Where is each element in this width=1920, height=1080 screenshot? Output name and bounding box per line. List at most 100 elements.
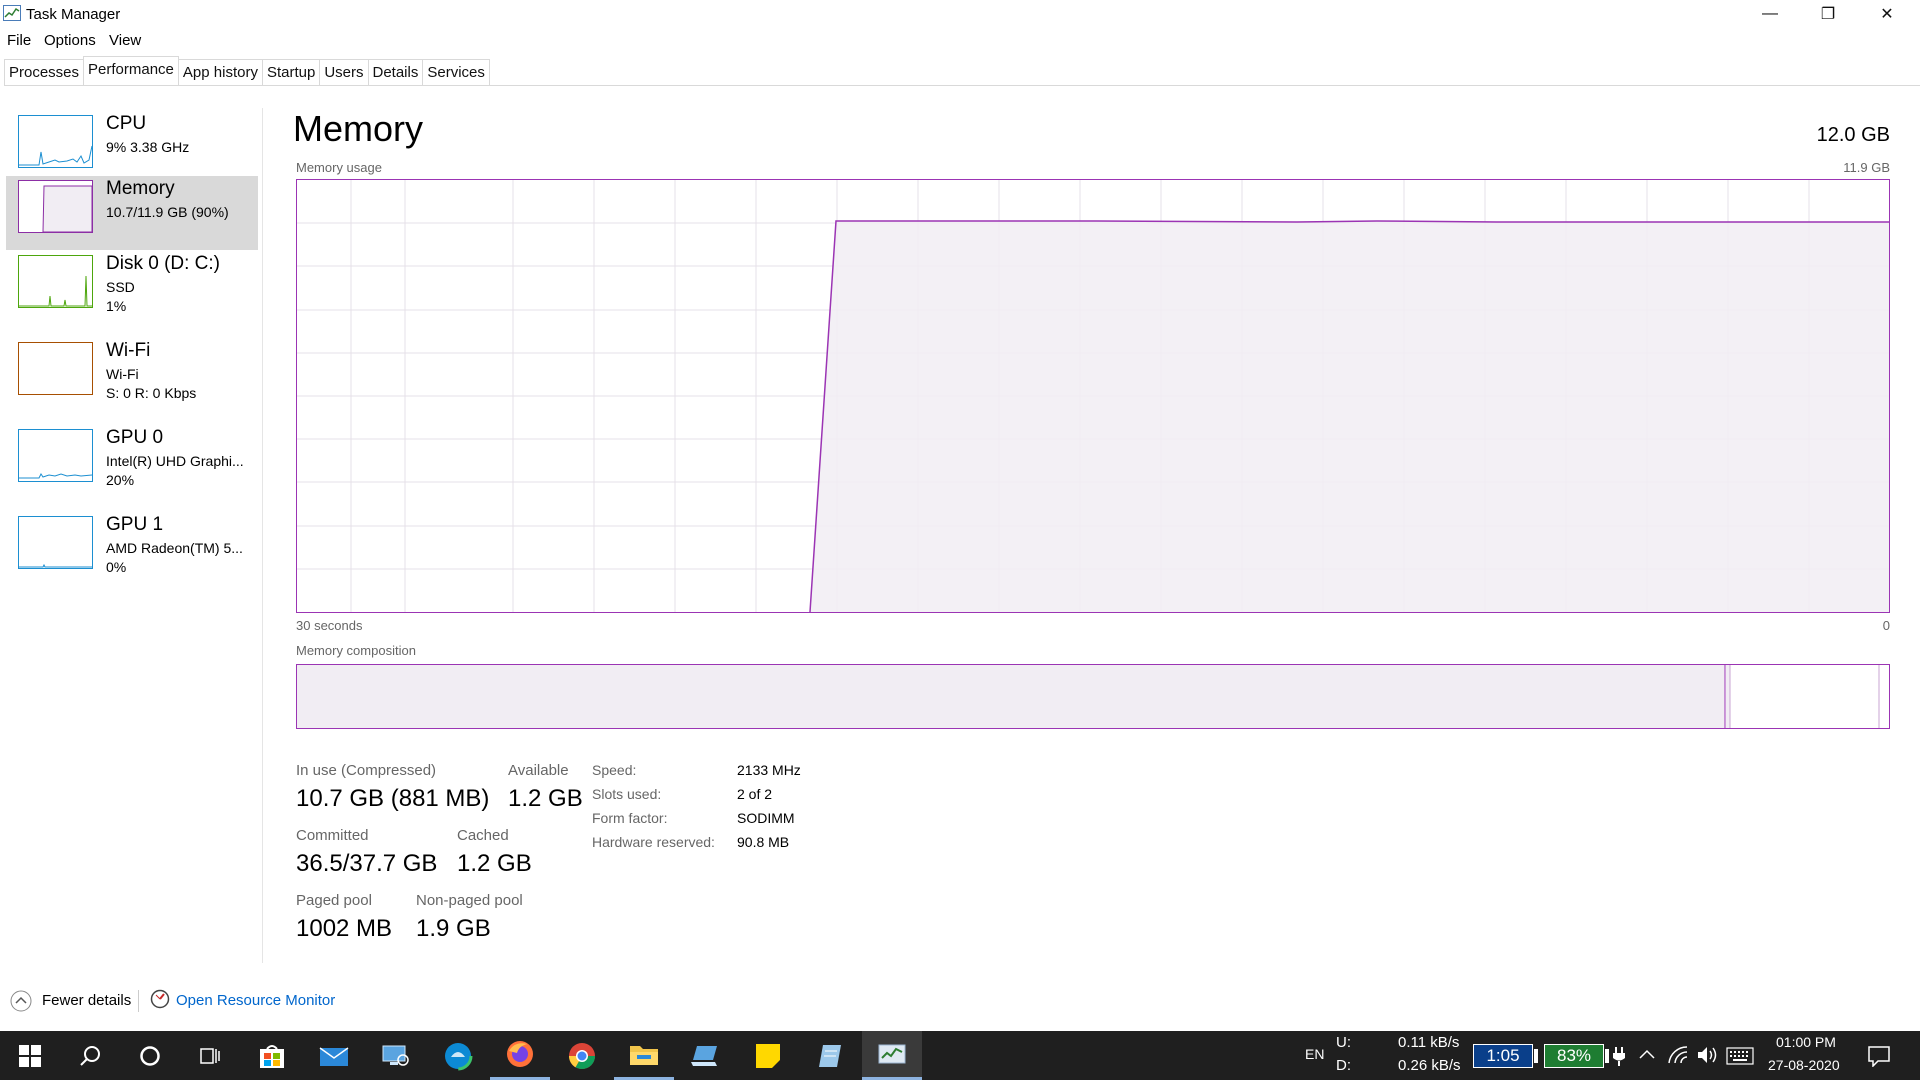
menu-view[interactable]: View bbox=[109, 32, 141, 49]
composition-in-use bbox=[297, 665, 1725, 728]
footer-divider bbox=[138, 990, 139, 1012]
download-speed: 0.26 kB/s bbox=[1398, 1057, 1461, 1074]
hardware-reserved-value: 90.8 MB bbox=[737, 834, 790, 850]
sidebar-item-label: Disk 0 (D: C:) bbox=[106, 253, 220, 274]
chrome-app[interactable] bbox=[552, 1031, 612, 1080]
computer-search-icon bbox=[382, 1045, 409, 1066]
notification-icon[interactable] bbox=[1868, 1045, 1890, 1067]
clock-time[interactable]: 01:00 PM bbox=[1776, 1034, 1836, 1050]
wifi-thumbnail bbox=[18, 342, 93, 395]
cortana-icon bbox=[140, 1045, 160, 1066]
edge-icon bbox=[443, 1041, 473, 1070]
sidebar-item-cpu[interactable]: CPU 9% 3.38 GHz bbox=[6, 111, 258, 185]
committed-value: 36.5/37.7 GB bbox=[296, 850, 438, 877]
search-button[interactable] bbox=[60, 1031, 120, 1080]
laptop-icon bbox=[691, 1045, 717, 1066]
paged-pool-label: Paged pool bbox=[296, 892, 372, 909]
firefox-app[interactable] bbox=[490, 1031, 550, 1080]
tab-app-history[interactable]: App history bbox=[177, 59, 263, 85]
this-pc-app[interactable] bbox=[676, 1031, 736, 1080]
non-paged-pool-value: 1.9 GB bbox=[416, 915, 491, 942]
task-view-button[interactable] bbox=[180, 1031, 240, 1080]
power-plug-icon[interactable] bbox=[1612, 1045, 1626, 1067]
clock-date[interactable]: 27-08-2020 bbox=[1768, 1057, 1840, 1073]
committed-label: Committed bbox=[296, 827, 369, 844]
menu-options[interactable]: Options bbox=[44, 32, 96, 49]
task-view-icon bbox=[200, 1047, 220, 1064]
open-resource-monitor-link[interactable]: Open Resource Monitor bbox=[176, 992, 335, 1009]
tab-services[interactable]: Services bbox=[422, 59, 490, 85]
task-manager-icon bbox=[3, 5, 21, 21]
menu-file[interactable]: File bbox=[7, 32, 31, 49]
chevron-up-icon[interactable] bbox=[10, 990, 32, 1012]
input-language[interactable]: EN bbox=[1305, 1046, 1324, 1062]
sticky-notes-app[interactable] bbox=[738, 1031, 798, 1080]
form-factor-label: Form factor: bbox=[592, 810, 668, 826]
timer-widget[interactable]: 1:05 bbox=[1473, 1044, 1533, 1068]
slots-used-value: 2 of 2 bbox=[737, 786, 773, 802]
edge-app[interactable] bbox=[428, 1031, 488, 1080]
mail-app[interactable] bbox=[304, 1031, 364, 1080]
sidebar-item-detail: 0% bbox=[106, 559, 127, 575]
available-value: 1.2 GB bbox=[508, 785, 583, 812]
file-explorer-app[interactable] bbox=[614, 1031, 674, 1080]
memory-usage-label: Memory usage bbox=[296, 160, 382, 175]
keyboard-icon[interactable] bbox=[1726, 1047, 1754, 1065]
volume-icon[interactable] bbox=[1696, 1045, 1718, 1065]
task-manager-app[interactable] bbox=[862, 1031, 922, 1080]
sidebar-item-label: GPU 1 bbox=[106, 514, 164, 535]
close-button[interactable]: ✕ bbox=[1858, 0, 1916, 28]
restore-button[interactable]: ❐ bbox=[1799, 0, 1857, 28]
sidebar-item-wifi[interactable]: Wi-Fi Wi-Fi S: 0 R: 0 Kbps bbox=[6, 338, 258, 412]
resource-sidebar: CPU 9% 3.38 GHz Memory 10.7/11.9 GB (90%… bbox=[0, 108, 263, 963]
memory-composition-bar bbox=[296, 664, 1890, 729]
gpu0-thumbnail bbox=[18, 429, 93, 482]
form-factor-value: SODIMM bbox=[737, 810, 795, 826]
tab-users[interactable]: Users bbox=[319, 59, 369, 85]
sidebar-item-memory[interactable]: Memory 10.7/11.9 GB (90%) bbox=[6, 176, 258, 250]
notepad-icon bbox=[819, 1044, 841, 1067]
memory-total: 12.0 GB bbox=[1816, 124, 1890, 146]
memory-usage-max: 11.9 GB bbox=[1843, 160, 1890, 175]
sidebar-item-detail: Wi-Fi bbox=[106, 366, 139, 382]
task-manager-taskbar-icon bbox=[878, 1044, 906, 1064]
wifi-icon[interactable] bbox=[1667, 1045, 1689, 1065]
cached-label: Cached bbox=[457, 827, 509, 844]
sidebar-item-gpu1[interactable]: GPU 1 AMD Radeon(TM) 5... 0% bbox=[6, 512, 258, 586]
network-app[interactable] bbox=[366, 1031, 426, 1080]
start-button[interactable] bbox=[0, 1031, 60, 1080]
window-title: Task Manager bbox=[26, 6, 121, 23]
sidebar-item-detail: 10.7/11.9 GB (90%) bbox=[106, 204, 229, 220]
tab-details[interactable]: Details bbox=[367, 59, 424, 85]
sidebar-item-detail: 20% bbox=[106, 472, 135, 488]
cortana-button[interactable] bbox=[120, 1031, 180, 1080]
store-app[interactable] bbox=[242, 1031, 302, 1080]
timer-cap bbox=[1534, 1049, 1538, 1063]
time-span-label: 30 seconds bbox=[296, 618, 363, 633]
battery-widget[interactable]: 83% bbox=[1544, 1044, 1604, 1068]
minimize-button[interactable]: — bbox=[1741, 0, 1799, 28]
tab-startup[interactable]: Startup bbox=[261, 59, 321, 85]
sidebar-item-disk[interactable]: Disk 0 (D: C:) SSD 1% bbox=[6, 251, 258, 325]
tab-performance[interactable]: Performance bbox=[83, 56, 179, 85]
sidebar-item-detail: Intel(R) UHD Graphi... bbox=[106, 453, 244, 469]
cpu-thumbnail bbox=[18, 115, 93, 168]
memory-usage-graph bbox=[296, 179, 1890, 613]
fewer-details-link[interactable]: Fewer details bbox=[42, 992, 131, 1009]
disk-thumbnail bbox=[18, 255, 93, 308]
resource-monitor-icon bbox=[150, 989, 170, 1009]
battery-cap bbox=[1605, 1049, 1609, 1063]
speed-value: 2133 MHz bbox=[737, 762, 801, 778]
slots-used-label: Slots used: bbox=[592, 786, 662, 802]
available-label: Available bbox=[508, 762, 569, 779]
sidebar-item-detail: AMD Radeon(TM) 5... bbox=[106, 540, 243, 556]
sidebar-item-label: Wi-Fi bbox=[106, 340, 151, 361]
taskbar: EN U: D: 0.11 kB/s 0.26 kB/s 1:05 83% 01… bbox=[0, 1031, 1920, 1080]
tab-processes[interactable]: Processes bbox=[4, 59, 85, 85]
memory-composition-label: Memory composition bbox=[296, 643, 416, 658]
store-icon bbox=[260, 1044, 284, 1068]
sidebar-item-gpu0[interactable]: GPU 0 Intel(R) UHD Graphi... 20% bbox=[6, 425, 258, 499]
time-zero-label: 0 bbox=[1882, 618, 1890, 633]
chevron-up-icon[interactable] bbox=[1638, 1047, 1656, 1063]
notepad-app[interactable] bbox=[800, 1031, 860, 1080]
